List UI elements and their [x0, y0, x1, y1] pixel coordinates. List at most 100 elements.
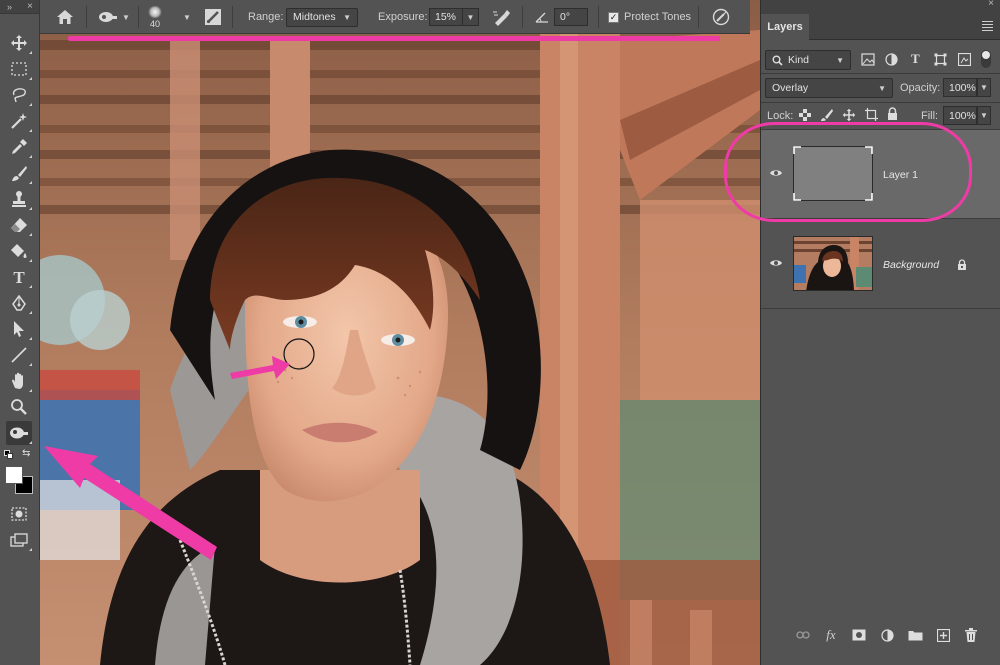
exposure-slider-toggle[interactable]: ▼ — [463, 8, 479, 26]
layers-panel-header[interactable]: × — [761, 0, 1000, 9]
layer-name: Background — [883, 259, 940, 271]
filter-type-icon[interactable]: T — [911, 51, 920, 67]
filter-adjustment-icon[interactable] — [885, 53, 898, 66]
add-mask-button[interactable] — [851, 627, 867, 643]
layer-row-background[interactable]: Background — [761, 220, 1000, 309]
range-value: Midtones — [293, 11, 336, 23]
brush-preset-picker[interactable]: 40 — [148, 0, 162, 34]
type-tool[interactable]: T — [6, 265, 32, 289]
lock-all-icon[interactable] — [887, 107, 898, 121]
exposure-value: 15% — [435, 11, 457, 23]
tools-panel-header[interactable]: » × — [0, 0, 39, 14]
lock-transparent-icon[interactable] — [799, 109, 811, 121]
airbrush-button[interactable] — [492, 0, 512, 34]
airbrush-icon — [493, 10, 510, 26]
pen-tool[interactable] — [6, 291, 32, 315]
home-button[interactable] — [56, 0, 74, 34]
eyedropper-tool[interactable] — [6, 135, 32, 159]
quick-mask-button[interactable] — [6, 502, 32, 526]
foreground-color-swatch[interactable] — [5, 466, 23, 484]
filter-kind-value: Kind — [788, 54, 810, 66]
trash-icon — [965, 628, 977, 642]
screen-mode-button[interactable] — [6, 528, 32, 552]
tool-preset-picker[interactable]: ▼ — [98, 0, 130, 34]
eraser-tool[interactable] — [6, 213, 32, 237]
protect-tones-label: Protect Tones — [624, 11, 692, 23]
stamp-icon — [12, 191, 26, 207]
fill-slider-toggle[interactable]: ▼ — [977, 106, 991, 125]
brush-size-dropdown[interactable]: ▼ — [179, 0, 191, 34]
eye-icon[interactable] — [769, 258, 783, 268]
layer-style-button[interactable]: fx — [823, 627, 839, 643]
paint-bucket-icon — [11, 244, 27, 258]
brush-settings-button[interactable] — [204, 0, 222, 34]
paint-bucket-tool[interactable] — [6, 239, 32, 263]
brush-size: 40 — [149, 18, 160, 29]
zoom-icon — [11, 399, 27, 415]
delete-layer-button[interactable] — [963, 627, 979, 643]
zoom-tool[interactable] — [6, 395, 32, 419]
new-group-button[interactable] — [907, 627, 923, 643]
lock-icon — [958, 259, 966, 270]
line-tool[interactable] — [6, 343, 32, 367]
eyedropper-icon — [12, 139, 27, 154]
checkbox-checked-icon: ✓ — [608, 11, 619, 23]
blend-row: Overlay ▼ Opacity: 100% ▼ — [761, 77, 1000, 99]
brush-tool[interactable] — [6, 161, 32, 185]
adjustment-icon — [880, 628, 894, 642]
annotation-circle — [724, 122, 972, 222]
clone-stamp-tool[interactable] — [6, 187, 32, 211]
search-icon — [772, 55, 783, 66]
angle-value: 0° — [560, 11, 571, 23]
pressure-size-button[interactable] — [712, 0, 730, 34]
exposure-label: Exposure: — [378, 11, 428, 23]
filter-toggle[interactable] — [981, 50, 991, 68]
hand-tool[interactable] — [6, 369, 32, 393]
chevron-down-icon: ▼ — [878, 83, 886, 93]
layer-thumbnail-photo — [793, 236, 873, 291]
document-canvas[interactable] — [40, 0, 760, 665]
dodge-icon — [10, 427, 28, 439]
opacity-slider-toggle[interactable]: ▼ — [977, 78, 991, 97]
opacity-value: 100% — [949, 81, 976, 94]
swap-colors-icon[interactable]: ⇆ — [22, 448, 30, 459]
exposure-input[interactable]: 15% — [429, 8, 463, 26]
magic-wand-tool[interactable] — [6, 109, 32, 133]
layers-panel: × Layers Kind ▼ T Overlay ▼ Opacity: 100… — [760, 0, 1000, 665]
chevron-down-icon: ▼ — [183, 12, 191, 22]
dodge-tool[interactable] — [6, 421, 32, 445]
filter-smart-object-icon[interactable] — [958, 53, 971, 66]
panel-menu-icon[interactable] — [982, 21, 993, 33]
tools-panel: » × T ⇆ — [0, 0, 40, 560]
new-adjustment-layer-button[interactable] — [879, 627, 895, 643]
opacity-input[interactable]: 100% — [943, 78, 977, 97]
lock-artboard-icon[interactable] — [865, 108, 878, 121]
blend-mode-select[interactable]: Overlay ▼ — [765, 78, 893, 98]
chevron-down-icon: ▼ — [836, 55, 844, 65]
lasso-tool[interactable] — [6, 83, 32, 107]
lock-position-icon[interactable] — [842, 108, 856, 122]
default-colors-button[interactable] — [4, 450, 14, 460]
range-select[interactable]: Midtones ▼ — [286, 7, 358, 27]
range-label: Range: — [248, 11, 284, 23]
angle-input[interactable]: 0° — [554, 8, 588, 26]
filter-kind-select[interactable]: Kind ▼ — [765, 50, 851, 70]
filter-pixel-icon[interactable] — [861, 53, 875, 66]
eraser-icon — [11, 218, 27, 232]
move-tool[interactable] — [6, 31, 32, 55]
path-selection-tool[interactable] — [6, 317, 32, 341]
collapse-icon[interactable]: » — [7, 2, 12, 12]
close-icon[interactable]: × — [27, 1, 33, 12]
marquee-tool[interactable] — [6, 57, 32, 81]
lock-image-icon[interactable] — [820, 108, 833, 122]
new-layer-button[interactable] — [935, 627, 951, 643]
quick-mask-icon — [11, 507, 27, 521]
filter-shape-icon[interactable] — [934, 53, 947, 66]
protect-tones-checkbox[interactable]: ✓ Protect Tones — [608, 0, 691, 34]
link-layers-button[interactable] — [795, 627, 811, 643]
tab-layers[interactable]: Layers — [761, 14, 809, 40]
move-icon — [11, 35, 27, 51]
fill-input[interactable]: 100% — [943, 106, 977, 125]
fill-value: 100% — [949, 109, 976, 122]
pen-icon — [12, 294, 26, 311]
